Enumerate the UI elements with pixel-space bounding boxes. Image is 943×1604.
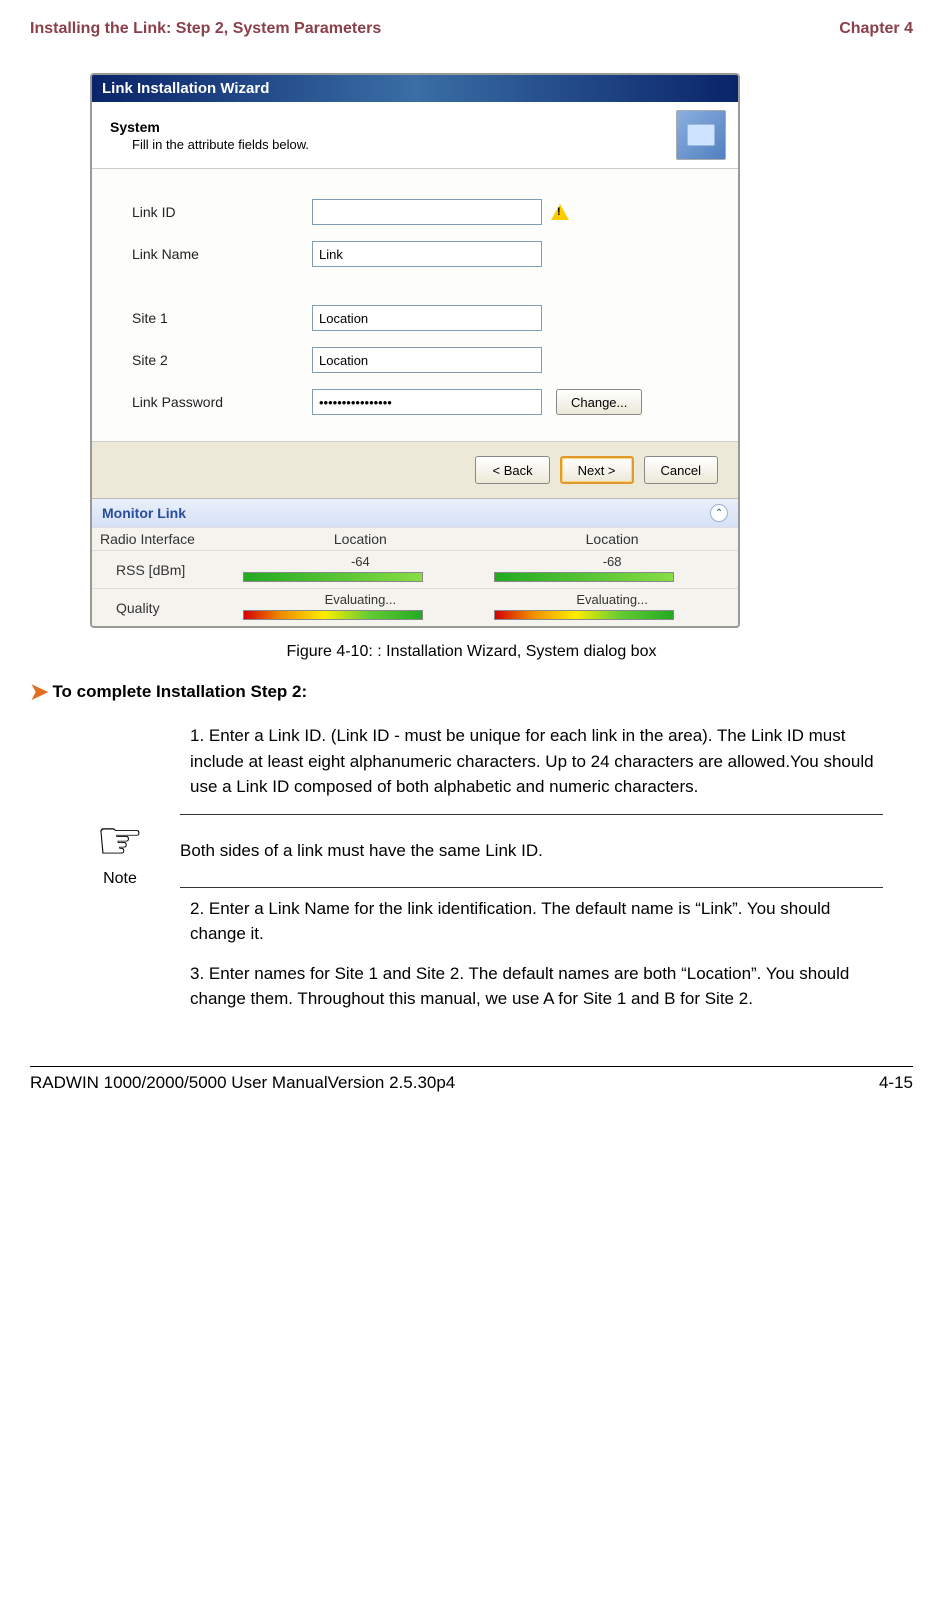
quality-text-2: Evaluating... bbox=[494, 592, 730, 607]
footer-left: RADWIN 1000/2000/5000 User ManualVersion… bbox=[30, 1073, 455, 1093]
site1-input[interactable] bbox=[312, 305, 542, 331]
note-block: ☞ Note Both sides of a link must have th… bbox=[60, 814, 883, 888]
step-2-text: 2. Enter a Link Name for the link identi… bbox=[190, 896, 883, 947]
link-name-label: Link Name bbox=[132, 246, 312, 262]
quality-bar-2 bbox=[494, 610, 674, 620]
site2-input[interactable] bbox=[312, 347, 542, 373]
change-button[interactable]: Change... bbox=[556, 389, 642, 415]
rss-value-1: -64 bbox=[243, 554, 479, 569]
monitor-icon bbox=[676, 110, 726, 160]
rss-bar-2 bbox=[494, 572, 674, 582]
procedure-heading-text: To complete Installation Step 2: bbox=[52, 682, 307, 702]
link-name-input[interactable] bbox=[312, 241, 542, 267]
arrow-icon: ➤ bbox=[30, 679, 48, 705]
pointing-hand-icon: ☞ bbox=[60, 814, 180, 868]
quality-bar-1 bbox=[243, 610, 423, 620]
monitor-col-loc2: Location bbox=[486, 528, 738, 551]
wizard-header-title: System bbox=[110, 119, 676, 135]
procedure-heading: ➤ To complete Installation Step 2: bbox=[30, 679, 913, 705]
back-button[interactable]: < Back bbox=[475, 456, 549, 484]
header-right: Chapter 4 bbox=[839, 20, 913, 38]
header-left: Installing the Link: Step 2, System Para… bbox=[30, 20, 381, 38]
wizard-window: Link Installation Wizard System Fill in … bbox=[90, 73, 740, 628]
note-text: Both sides of a link must have the same … bbox=[180, 841, 883, 861]
wizard-body: Link ID Link Name Site 1 Site 2 Link Pas… bbox=[92, 169, 738, 441]
monitor-link-bar[interactable]: Monitor Link ⌃ bbox=[92, 498, 738, 527]
link-password-label: Link Password bbox=[132, 394, 312, 410]
monitor-link-title: Monitor Link bbox=[102, 505, 186, 521]
link-password-input[interactable] bbox=[312, 389, 542, 415]
figure-caption: Figure 4-10: : Installation Wizard, Syst… bbox=[30, 643, 913, 661]
monitor-col-radio: Radio Interface bbox=[92, 528, 235, 551]
quality-row-label: Quality bbox=[92, 589, 235, 627]
rss-bar-1 bbox=[243, 572, 423, 582]
rss-row-label: RSS [dBm] bbox=[92, 551, 235, 589]
footer-right: 4-15 bbox=[879, 1073, 913, 1093]
link-id-input[interactable] bbox=[312, 199, 542, 225]
cancel-button[interactable]: Cancel bbox=[644, 456, 718, 484]
warning-icon bbox=[550, 202, 570, 222]
next-button[interactable]: Next > bbox=[560, 456, 634, 484]
step-3-text: 3. Enter names for Site 1 and Site 2. Th… bbox=[190, 961, 883, 1012]
site1-label: Site 1 bbox=[132, 310, 312, 326]
note-label: Note bbox=[60, 870, 180, 888]
wizard-header-sub: Fill in the attribute fields below. bbox=[132, 137, 676, 152]
link-id-label: Link ID bbox=[132, 204, 312, 220]
quality-text-1: Evaluating... bbox=[243, 592, 479, 607]
monitor-col-loc1: Location bbox=[235, 528, 487, 551]
step-1-text: 1. Enter a Link ID. (Link ID - must be u… bbox=[190, 723, 883, 800]
wizard-titlebar: Link Installation Wizard bbox=[92, 75, 738, 102]
rss-value-2: -68 bbox=[494, 554, 730, 569]
wizard-header-area: System Fill in the attribute fields belo… bbox=[92, 102, 738, 169]
site2-label: Site 2 bbox=[132, 352, 312, 368]
wizard-button-row: < Back Next > Cancel bbox=[92, 441, 738, 498]
monitor-table: Radio Interface Location Location RSS [d… bbox=[92, 527, 738, 626]
chevron-up-icon[interactable]: ⌃ bbox=[710, 504, 728, 522]
